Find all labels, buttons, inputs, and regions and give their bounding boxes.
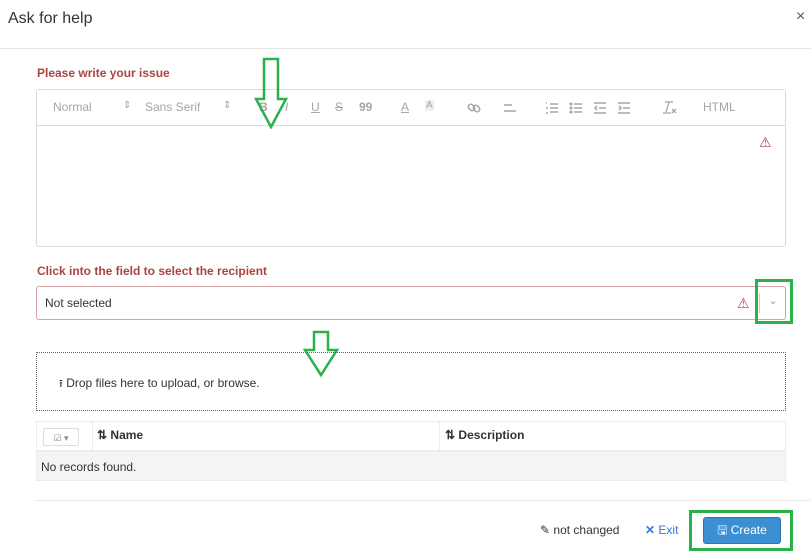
header-select[interactable]: Normal	[53, 100, 92, 114]
close-icon[interactable]: ×	[796, 8, 805, 26]
ordered-list-icon[interactable]	[545, 101, 559, 115]
strike-button[interactable]: S	[335, 100, 343, 114]
outdent-icon[interactable]	[593, 101, 607, 115]
upload-icon: ⭱	[59, 378, 63, 390]
header-divider	[0, 48, 811, 49]
create-highlight-annotation	[689, 510, 793, 551]
recipient-label: Click into the field to select the recip…	[37, 264, 268, 278]
change-status: ✎ not changed	[540, 523, 619, 537]
issue-text-area[interactable]	[37, 127, 785, 246]
align-icon[interactable]	[503, 101, 517, 115]
exit-label: Exit	[658, 523, 679, 537]
empty-table-message: No records found.	[41, 460, 137, 474]
drop-zone-text[interactable]: ⭱ Drop files here to upload, or browse.	[59, 375, 260, 394]
column-header-description[interactable]: ⇅ Description	[445, 428, 524, 442]
link-icon[interactable]	[467, 101, 481, 115]
quote-button[interactable]: 99	[359, 100, 372, 114]
table-header-row: ☑ ▾ ⇅ Name ⇅ Description	[36, 421, 786, 452]
font-select[interactable]: Sans Serif	[145, 100, 200, 114]
recipient-value: Not selected	[45, 296, 112, 310]
column-divider	[439, 422, 440, 452]
underline-button[interactable]: U	[311, 100, 320, 114]
select-all-checkbox-icon[interactable]: ☑ ▾	[43, 428, 79, 446]
column-header-name[interactable]: ⇅ Name	[97, 428, 143, 442]
sort-icon: ⇅	[445, 428, 456, 442]
files-table: ☑ ▾ ⇅ Name ⇅ Description No records foun…	[36, 421, 786, 481]
issue-editor: Normal ⇕ Sans Serif ⇕ B I U S 99 A A HTM…	[36, 89, 786, 247]
footer-divider	[36, 500, 811, 501]
html-button[interactable]: HTML	[703, 100, 736, 114]
sort-icon: ⇅	[97, 428, 108, 442]
column-divider	[92, 422, 93, 452]
table-row: No records found.	[36, 451, 786, 481]
dialog-title: Ask for help	[8, 10, 93, 27]
chevron-highlight-annotation	[755, 279, 793, 324]
clear-format-icon[interactable]	[661, 100, 677, 116]
recipient-select[interactable]: Not selected ⚠ ⌄	[36, 286, 786, 320]
exit-button[interactable]: ✕ Exit	[645, 523, 678, 537]
header-select-caret-icon: ⇕	[123, 100, 132, 111]
drop-zone-label: Drop files here to upload, or browse.	[66, 376, 260, 390]
column-header-name-label: Name	[110, 428, 144, 442]
editor-toolbar: Normal ⇕ Sans Serif ⇕ B I U S 99 A A HTM…	[37, 90, 785, 126]
pencil-icon: ✎	[540, 523, 551, 537]
indent-icon[interactable]	[617, 101, 631, 115]
issue-label: Please write your issue	[37, 66, 170, 80]
recipient-warning-icon: ⚠	[737, 295, 750, 311]
down-arrow-annotation-icon	[254, 57, 288, 129]
font-select-caret-icon: ⇕	[223, 100, 232, 111]
column-header-description-label: Description	[458, 428, 525, 442]
background-color-button[interactable]: A	[425, 100, 434, 111]
bullet-list-icon[interactable]	[569, 101, 583, 115]
font-color-button[interactable]: A	[401, 100, 409, 114]
change-status-text: not changed	[553, 523, 620, 537]
close-icon: ✕	[645, 523, 656, 537]
file-drop-zone[interactable]: ⭱ Drop files here to upload, or browse.	[36, 352, 786, 411]
